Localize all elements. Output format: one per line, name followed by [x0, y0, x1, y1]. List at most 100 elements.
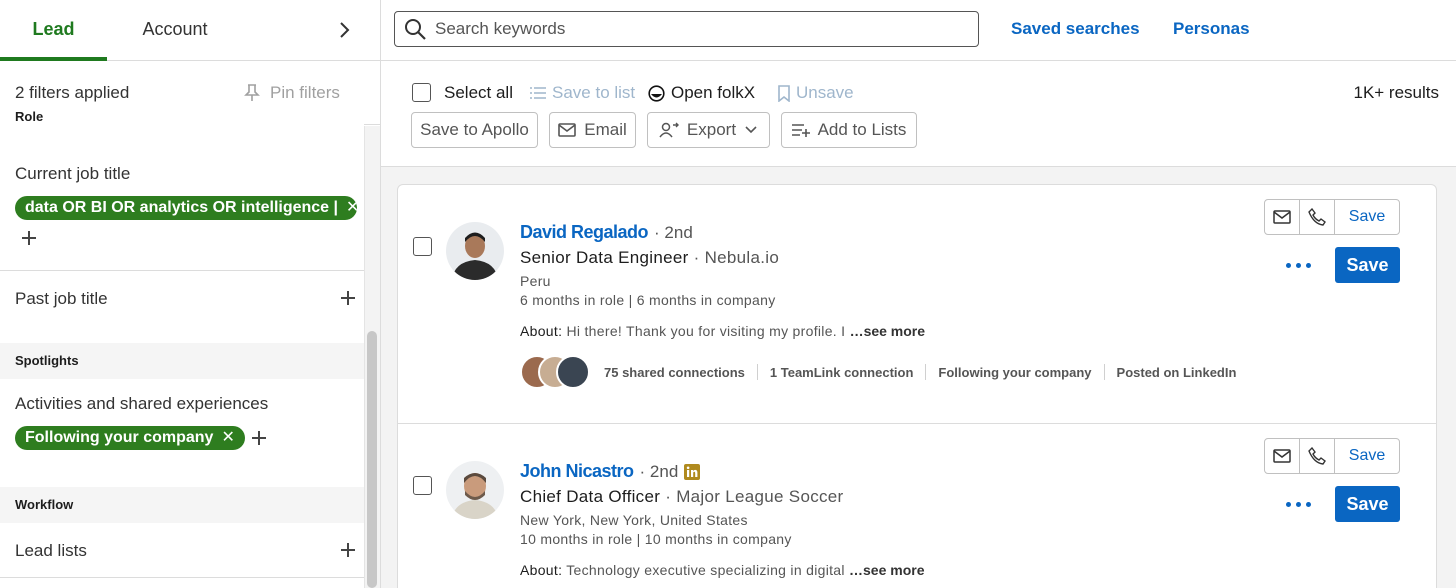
pin-filters-button[interactable]: Pin filters: [244, 83, 340, 103]
add-list-icon: [791, 124, 810, 137]
open-folkx-button[interactable]: Open folkX: [648, 83, 755, 103]
current-job-title-label[interactable]: Current job title: [15, 164, 130, 184]
see-more-link[interactable]: …see more: [849, 562, 924, 578]
lead-company-link[interactable]: Major League Soccer: [676, 487, 843, 506]
lead-title: Chief Data Officer: [520, 487, 661, 506]
search-box[interactable]: [394, 11, 979, 47]
linkedin-icon[interactable]: [684, 463, 701, 480]
divider: [756, 364, 758, 380]
following-company-link[interactable]: Following your company: [938, 365, 1091, 380]
lead-tenure: 10 months in role | 10 months in company: [520, 531, 792, 547]
mail-icon: [1273, 449, 1291, 463]
export-person-icon: [659, 122, 679, 138]
folkx-icon: [648, 84, 665, 102]
results-count: 1K+ results: [1353, 83, 1439, 102]
about-text: Hi there! Thank you for visiting my prof…: [566, 323, 846, 339]
select-all-checkbox[interactable]: [412, 83, 431, 102]
save-to-apollo-button[interactable]: Save to Apollo: [411, 112, 538, 148]
section-workflow-header: Workflow: [0, 487, 364, 523]
contact-save-group: Save: [1264, 438, 1400, 474]
avatar[interactable]: [446, 461, 504, 519]
email-label: Email: [584, 120, 627, 139]
save-to-apollo-small-button[interactable]: Save: [1335, 439, 1399, 473]
pin-filters-label: Pin filters: [270, 83, 340, 102]
tab-account[interactable]: Account: [107, 0, 243, 61]
filter-scroll-area: Role Current job title data OR BI OR ana…: [0, 110, 380, 588]
job-title-chip[interactable]: data OR BI OR analytics OR intelligence …: [15, 196, 357, 220]
email-lead-button[interactable]: [1265, 200, 1300, 234]
connection-degree: · 2nd: [654, 222, 693, 242]
divider: [1103, 364, 1105, 380]
shared-connections-link[interactable]: 75 shared connections: [604, 365, 745, 380]
save-to-list-button[interactable]: Save to list: [530, 83, 635, 103]
filters-count: 2 filters applied: [15, 83, 130, 102]
saved-searches-link[interactable]: Saved searches: [1011, 19, 1140, 39]
call-lead-button[interactable]: [1300, 200, 1335, 234]
add-lead-lists-icon[interactable]: [337, 539, 359, 561]
lead-about: About: Technology executive specializing…: [520, 562, 924, 578]
see-more-link[interactable]: …see more: [850, 323, 925, 339]
add-spotlight-icon[interactable]: [248, 427, 270, 449]
results-list: David Regalado · 2nd Senior Data Enginee…: [381, 167, 1456, 588]
job-title-chip-label: data OR BI OR analytics OR intelligence …: [25, 199, 338, 216]
lead-about: About: Hi there! Thank you for visiting …: [520, 323, 925, 339]
remove-chip-icon[interactable]: ✕: [346, 196, 357, 220]
sales-navigator-app: Lead Account 2 filters applied Pin filte…: [0, 0, 1456, 588]
more-options-icon[interactable]: [1286, 499, 1312, 509]
past-job-title-label[interactable]: Past job title: [15, 289, 108, 309]
pin-icon: [244, 84, 260, 101]
posted-on-linkedin-link[interactable]: Posted on LinkedIn: [1117, 365, 1237, 380]
divider: [925, 364, 927, 380]
list-icon: [530, 87, 546, 99]
personas-link[interactable]: Personas: [1173, 19, 1250, 39]
activities-label[interactable]: Activities and shared experiences: [15, 394, 268, 414]
mail-icon: [558, 123, 577, 137]
chevron-down-icon: [745, 126, 757, 134]
following-company-chip-label: Following your company: [25, 429, 214, 446]
divider: [0, 270, 364, 271]
shared-connection-avatars[interactable]: [520, 354, 592, 390]
add-past-job-title-icon[interactable]: [337, 287, 359, 309]
chevron-right-icon[interactable]: [330, 16, 358, 44]
lead-checkbox[interactable]: [413, 476, 432, 495]
add-to-lists-button[interactable]: Add to Lists: [781, 112, 917, 148]
following-company-chip[interactable]: Following your company ✕: [15, 426, 245, 450]
teamlink-link[interactable]: 1 TeamLink connection: [770, 365, 914, 380]
connection-degree: · 2nd: [639, 461, 679, 481]
lead-company-link[interactable]: Nebula.io: [705, 248, 780, 267]
mail-icon: [1273, 210, 1291, 224]
select-all-label[interactable]: Select all: [444, 83, 513, 103]
export-button[interactable]: Export: [647, 112, 770, 148]
lead-name-link[interactable]: John Nicastro: [520, 461, 634, 482]
email-lead-button[interactable]: [1265, 439, 1300, 473]
email-button[interactable]: Email: [549, 112, 636, 148]
tab-lead[interactable]: Lead: [0, 0, 107, 61]
add-current-job-title-icon[interactable]: [18, 227, 40, 249]
about-text: Technology executive specializing in dig…: [566, 562, 845, 578]
lead-name-row: David Regalado · 2nd: [520, 222, 693, 243]
more-options-icon[interactable]: [1286, 260, 1312, 270]
search-input[interactable]: [435, 19, 955, 39]
section-spotlights-header: Spotlights: [0, 343, 364, 379]
lead-lists-label[interactable]: Lead lists: [15, 541, 87, 561]
save-lead-button[interactable]: Save: [1335, 247, 1400, 283]
save-to-list-label: Save to list: [552, 83, 636, 102]
contact-save-group: Save: [1264, 199, 1400, 235]
lead-name-row: John Nicastro · 2nd: [520, 461, 701, 482]
save-lead-button[interactable]: Save: [1335, 486, 1400, 522]
scrollbar-thumb[interactable]: [367, 331, 377, 588]
divider: [0, 577, 364, 578]
call-lead-button[interactable]: [1300, 439, 1335, 473]
about-label: About:: [520, 323, 563, 339]
avatar[interactable]: [446, 222, 504, 280]
phone-icon: [1308, 447, 1326, 465]
filter-tabs: Lead Account: [0, 0, 380, 61]
lead-title-row: Senior Data Engineer · Nebula.io: [520, 248, 780, 267]
remove-chip-icon[interactable]: ✕: [221, 426, 234, 450]
save-to-apollo-small-button[interactable]: Save: [1335, 200, 1399, 234]
lead-checkbox[interactable]: [413, 237, 432, 256]
lead-title-row: Chief Data Officer · Major League Soccer: [520, 487, 844, 506]
unsave-button[interactable]: Unsave: [778, 83, 854, 103]
export-label: Export: [686, 120, 737, 139]
lead-name-link[interactable]: David Regalado: [520, 222, 649, 243]
